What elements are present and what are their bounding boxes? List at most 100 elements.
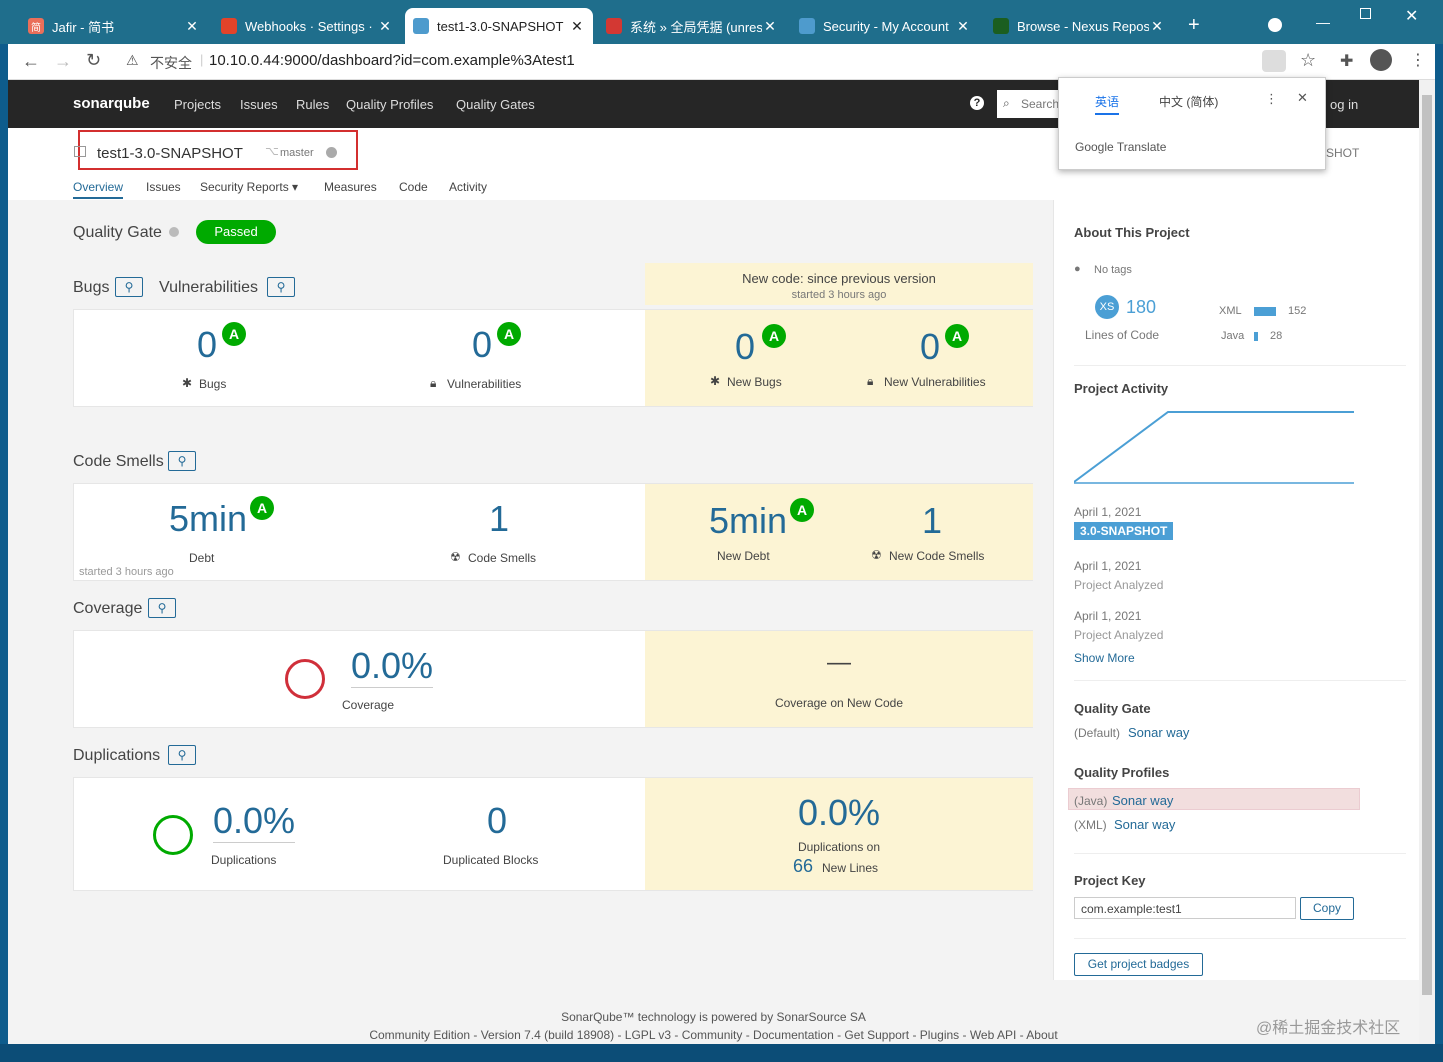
address-bar[interactable]: 10.10.0.44:9000/dashboard?id=com.example… <box>209 52 575 69</box>
project-name[interactable]: test1-3.0-SNAPSHOT <box>97 145 243 162</box>
close-tab-icon[interactable]: ✕ <box>955 18 971 35</box>
project-key-field[interactable]: com.example:test1 <box>1074 897 1296 919</box>
duplications-label: Duplications <box>211 853 277 867</box>
nav-projects[interactable]: Projects <box>174 97 221 112</box>
tab-measures[interactable]: Measures <box>324 180 377 194</box>
extensions-icon[interactable]: ✚ <box>1340 51 1353 71</box>
help-icon[interactable]: ? <box>970 96 984 110</box>
menu-icon[interactable]: ⋮ <box>1410 50 1426 70</box>
vulnerabilities-drilldown-icon[interactable]: ⚲ <box>267 277 295 297</box>
quality-gate-link[interactable]: Sonar way <box>1128 725 1189 740</box>
close-tab-icon[interactable]: ✕ <box>569 18 585 35</box>
new-debt-label: New Debt <box>717 549 770 563</box>
login-link[interactable]: og in <box>1330 97 1358 112</box>
browser-tab[interactable]: 简 Jafir - 简书 ✕ <box>20 8 208 44</box>
footer-links[interactable]: Community Edition - Version 7.4 (build 1… <box>8 1028 1419 1042</box>
sonarqube-logo[interactable]: sonarqube <box>73 95 150 112</box>
profile-link-xml[interactable]: Sonar way <box>1114 817 1175 832</box>
get-badges-button[interactable]: Get project badges <box>1074 953 1203 976</box>
loc-count[interactable]: 180 <box>1126 297 1156 318</box>
duplicated-blocks-count[interactable]: 0 <box>487 800 507 842</box>
browser-tab[interactable]: Browse - Nexus Repos ✕ <box>985 8 1173 44</box>
nav-quality-profiles[interactable]: Quality Profiles <box>346 97 433 112</box>
new-vulnerabilities-count[interactable]: 0 <box>920 326 940 368</box>
code-smells-new-code: 5min A New Debt 1 ☢ New Code Smells <box>645 484 1033 580</box>
debt-rating[interactable]: A <box>250 496 274 520</box>
new-coverage-value: — <box>827 649 851 676</box>
nav-issues[interactable]: Issues <box>240 97 278 112</box>
debt-value[interactable]: 5min <box>169 498 247 540</box>
translate-close-icon[interactable]: ✕ <box>1297 90 1308 106</box>
tab-security-reports[interactable]: Security Reports ▾ <box>200 180 298 194</box>
browser-tab[interactable]: Webhooks · Settings · ✕ <box>213 8 401 44</box>
tags-label[interactable]: No tags <box>1094 264 1132 276</box>
translate-icon[interactable] <box>1262 50 1286 72</box>
activity-graph[interactable] <box>1074 405 1356 485</box>
coverage-value[interactable]: 0.0% <box>351 645 434 688</box>
new-bugs-rating[interactable]: A <box>762 324 786 348</box>
footer-powered: SonarQube™ technology is powered by Sona… <box>561 1010 866 1024</box>
translate-menu-icon[interactable]: ⋮ <box>1265 91 1278 107</box>
new-lines-count[interactable]: 66 <box>793 856 813 877</box>
bugs-rating[interactable]: A <box>222 322 246 346</box>
star-icon[interactable]: ☆ <box>1300 50 1316 71</box>
page-scrollbar[interactable] <box>1419 80 1435 1062</box>
branch-help-icon[interactable] <box>326 147 337 158</box>
close-tab-icon[interactable]: ✕ <box>762 18 778 35</box>
bugs-drilldown-icon[interactable]: ⚲ <box>115 277 143 297</box>
browser-tab[interactable]: test1-3.0-SNAPSHOT ✕ <box>405 8 593 44</box>
translate-source-tab[interactable]: 英语 <box>1095 93 1120 115</box>
new-code-smells-count[interactable]: 1 <box>922 500 942 542</box>
copy-button[interactable]: Copy <box>1300 897 1354 920</box>
tab-activity[interactable]: Activity <box>449 180 487 194</box>
tab-overview[interactable]: Overview <box>73 180 124 199</box>
duplications-section-title: Duplications <box>73 747 161 764</box>
forward-icon[interactable]: → <box>54 51 72 72</box>
duplications-drilldown-icon[interactable]: ⚲ <box>168 745 196 765</box>
new-tab-button[interactable]: + <box>1188 14 1200 37</box>
lang-xml-bar <box>1254 307 1276 316</box>
translate-target-tab[interactable]: 中文 (简体) <box>1159 93 1218 110</box>
show-more-link[interactable]: Show More <box>1074 651 1135 665</box>
close-tab-icon[interactable]: ✕ <box>184 18 200 35</box>
help-icon[interactable] <box>169 227 179 237</box>
minimize-icon[interactable]: — <box>1316 14 1330 30</box>
new-bugs-count[interactable]: 0 <box>735 326 755 368</box>
new-vulnerabilities-rating[interactable]: A <box>945 324 969 348</box>
close-tab-icon[interactable]: ✕ <box>1149 18 1165 35</box>
back-icon[interactable]: ← <box>22 51 40 72</box>
code-smells-section-title: Code Smells <box>73 453 164 470</box>
vulnerabilities-rating[interactable]: A <box>497 322 521 346</box>
profile-link-java[interactable]: Sonar way <box>1112 793 1173 808</box>
tab-issues[interactable]: Issues <box>146 180 181 194</box>
version-badge: 3.0-SNAPSHOT <box>1074 522 1174 540</box>
nav-rules[interactable]: Rules <box>296 97 329 112</box>
browser-tab[interactable]: 系统 » 全局凭据 (unrest ✕ <box>598 8 786 44</box>
debt-label: Debt <box>189 551 215 565</box>
profile-icon[interactable] <box>1370 49 1392 71</box>
branch-name[interactable]: master <box>280 147 314 159</box>
bugs-count[interactable]: 0 <box>197 324 217 366</box>
lock-icon: 🔒︎ <box>430 376 437 390</box>
profile-lang: (XML) <box>1074 818 1107 832</box>
maximize-icon[interactable] <box>1360 8 1371 19</box>
code-smells-drilldown-icon[interactable]: ⚲ <box>168 451 196 471</box>
code-smells-count[interactable]: 1 <box>489 498 509 540</box>
nav-quality-gates[interactable]: Quality Gates <box>456 97 535 112</box>
new-duplications-value[interactable]: 0.0% <box>645 792 1033 834</box>
duplications-donut <box>153 815 193 855</box>
search-input[interactable]: ⌕ Search <box>997 90 1067 118</box>
close-tab-icon[interactable]: ✕ <box>377 18 393 35</box>
reload-icon[interactable]: ↻ <box>86 50 101 71</box>
close-window-icon[interactable]: ✕ <box>1405 6 1418 26</box>
coverage-drilldown-icon[interactable]: ⚲ <box>148 598 176 618</box>
vulnerabilities-count[interactable]: 0 <box>472 324 492 366</box>
security-label[interactable]: 不安全 <box>150 53 192 73</box>
browser-tab[interactable]: Security - My Account ✕ <box>791 8 979 44</box>
new-debt-rating[interactable]: A <box>790 498 814 522</box>
tab-search-icon[interactable] <box>1268 18 1282 32</box>
tab-code[interactable]: Code <box>399 180 428 194</box>
new-debt-value[interactable]: 5min <box>709 500 787 542</box>
duplications-value[interactable]: 0.0% <box>213 800 296 843</box>
tag-icon: ● <box>1074 263 1081 275</box>
